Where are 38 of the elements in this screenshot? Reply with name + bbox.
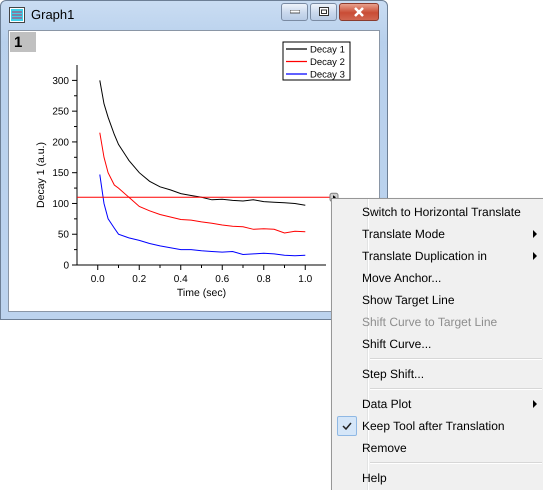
menu-item[interactable]: Translate Duplication in <box>332 245 543 267</box>
close-icon <box>353 6 365 16</box>
y-tick-label: 250 <box>52 106 69 118</box>
x-axis-title: Time (sec) <box>176 287 226 299</box>
x-tick-label: 0.4 <box>174 274 188 285</box>
menu-item[interactable]: Move Anchor... <box>332 267 543 289</box>
y-tick-label: 0 <box>63 260 69 272</box>
legend-label: Decay 3 <box>310 70 345 80</box>
x-tick-label: 0.2 <box>132 274 146 285</box>
menu-item[interactable]: Help <box>332 467 543 489</box>
legend-label: Decay 1 <box>310 44 345 56</box>
menu-item[interactable]: Step Shift... <box>332 363 543 385</box>
y-tick-label: 300 <box>52 76 69 87</box>
graph-window-icon <box>9 6 25 22</box>
minimize-button[interactable] <box>281 2 308 20</box>
window-title: Graph1 <box>31 7 76 22</box>
menu-item[interactable]: Data Plot <box>332 393 543 415</box>
x-tick-label: 1.0 <box>298 274 312 285</box>
menu-item[interactable]: Show Target Line <box>332 289 543 311</box>
y-tick-label: 50 <box>58 230 69 241</box>
menu-item[interactable]: Keep Tool after Translation <box>332 415 543 437</box>
x-tick-label: 0.0 <box>90 274 105 285</box>
maximize-icon <box>318 7 328 16</box>
y-tick-label: 200 <box>52 137 69 148</box>
y-tick-label: 150 <box>52 168 69 180</box>
menu-item[interactable]: Switch to Horizontal Translate <box>332 201 543 223</box>
x-tick-label: 0.8 <box>256 274 271 285</box>
maximize-button[interactable] <box>310 2 337 20</box>
y-tick-label: 100 <box>52 198 69 210</box>
y-axis-title: Decay 1 (a.u.) <box>35 142 47 208</box>
menu-item[interactable]: Shift Curve... <box>332 333 543 355</box>
menu-item[interactable]: Translate Mode <box>332 223 543 245</box>
legend-label: Decay 2 <box>310 57 345 68</box>
layer-tab[interactable]: 1 <box>10 32 36 52</box>
minimize-icon <box>290 10 300 14</box>
close-button[interactable] <box>339 2 379 20</box>
x-tick-label: 0.6 <box>215 274 230 285</box>
menu-item[interactable]: Remove <box>332 437 543 459</box>
